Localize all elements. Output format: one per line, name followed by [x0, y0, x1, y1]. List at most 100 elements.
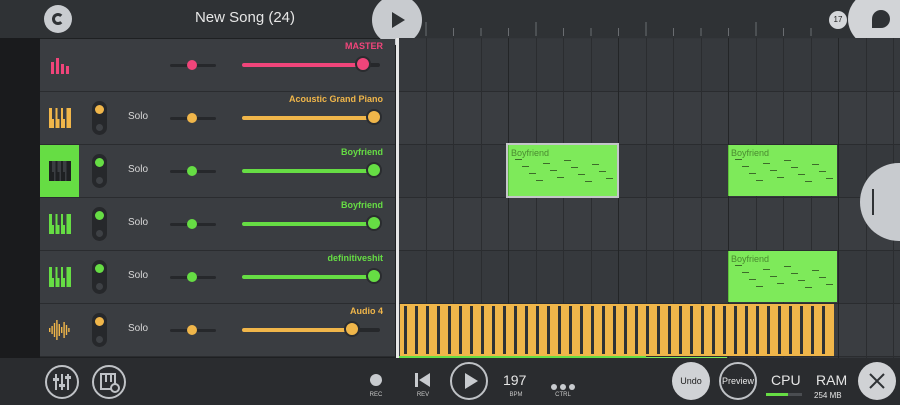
piano-keys-icon[interactable] — [40, 251, 79, 303]
track-row[interactable]: Solo Audio 4 — [40, 304, 395, 357]
note-mark — [770, 276, 777, 277]
mute-dot — [95, 264, 104, 273]
volume-knob[interactable] — [366, 268, 382, 284]
menu-logo-icon[interactable] — [44, 5, 72, 33]
pan-slider[interactable] — [170, 60, 216, 70]
mute-toggle[interactable] — [92, 207, 107, 241]
piano-gear-icon — [100, 373, 120, 393]
volume-knob[interactable] — [366, 109, 382, 125]
volume-knob[interactable] — [366, 162, 382, 178]
pan-knob[interactable] — [187, 60, 197, 70]
waveform-gap — [426, 306, 429, 354]
timeline-marker[interactable]: 17 — [829, 11, 847, 29]
playhead[interactable] — [396, 38, 399, 358]
note-mark — [812, 164, 819, 165]
audio-clip[interactable] — [400, 304, 834, 356]
track-row[interactable]: Solo Boyfriend — [40, 145, 395, 198]
volume-knob[interactable] — [366, 215, 382, 231]
note-mark — [529, 173, 536, 174]
playlist-lane[interactable] — [398, 92, 900, 145]
waveform-gap — [646, 306, 649, 354]
ctrl-label: CTRL — [555, 392, 571, 398]
undo-button[interactable]: Undo — [672, 362, 710, 400]
pan-slider[interactable] — [170, 166, 216, 176]
piano-keys-icon[interactable] — [40, 145, 79, 197]
piano-keys-icon[interactable] — [40, 198, 79, 250]
solo-button[interactable]: Solo — [128, 217, 148, 228]
mute-toggle[interactable] — [92, 154, 107, 188]
waveform-gap — [800, 306, 803, 354]
waveform-gap — [723, 306, 726, 354]
pan-slider[interactable] — [170, 219, 216, 229]
note-mark — [791, 273, 798, 274]
pattern-clip[interactable]: Boyfriend — [728, 251, 837, 302]
volume-slider[interactable] — [242, 162, 382, 178]
note-mark — [770, 170, 777, 171]
piano-keys-icon[interactable] — [40, 92, 79, 144]
pan-slider[interactable] — [170, 113, 216, 123]
waveform-gap — [668, 306, 671, 354]
pan-slider[interactable] — [170, 325, 216, 335]
note-mark — [735, 265, 742, 266]
pan-knob[interactable] — [187, 272, 197, 282]
track-row[interactable]: Solo Acoustic Grand Piano — [40, 92, 395, 145]
track-row[interactable]: MASTER — [40, 39, 395, 92]
volume-slider[interactable] — [242, 215, 382, 231]
instrument-settings-button[interactable] — [92, 365, 126, 399]
playlist-area[interactable]: BoyfriendBoyfriendBoyfrienddefinitiveshi… — [398, 38, 900, 358]
waveform-gap — [448, 306, 451, 354]
playlist-lane[interactable] — [398, 198, 900, 251]
pattern-clip[interactable]: Boyfriend — [728, 145, 837, 196]
cpu-meter — [766, 393, 802, 396]
solo-button[interactable]: Solo — [128, 323, 148, 334]
pan-knob[interactable] — [187, 325, 197, 335]
volume-slider[interactable] — [242, 109, 382, 125]
pattern-clip[interactable]: Boyfriend — [506, 143, 619, 198]
rewind-icon[interactable] — [414, 372, 432, 388]
play-icon — [465, 373, 478, 389]
waveform-gap — [690, 306, 693, 354]
volume-knob[interactable] — [355, 56, 371, 72]
mute-dot — [95, 317, 104, 326]
track-name: MASTER — [345, 41, 383, 51]
note-mark — [826, 284, 833, 285]
solo-button[interactable]: Solo — [128, 270, 148, 281]
solo-button[interactable]: Solo — [128, 164, 148, 175]
play-button[interactable] — [450, 362, 488, 400]
note-mark — [798, 174, 805, 175]
waveform-gap — [503, 306, 506, 354]
volume-slider[interactable] — [242, 321, 380, 337]
waveform-gap — [459, 306, 462, 354]
mute-toggle[interactable] — [92, 101, 107, 135]
bpm-value[interactable]: 197 — [503, 372, 526, 388]
volume-slider[interactable] — [242, 268, 382, 284]
song-title[interactable]: New Song (24) — [160, 9, 330, 26]
pan-knob[interactable] — [187, 113, 197, 123]
waveform-gap — [701, 306, 704, 354]
pan-knob[interactable] — [187, 219, 197, 229]
pan-slider[interactable] — [170, 272, 216, 282]
waveform-gap — [624, 306, 627, 354]
volume-slider[interactable] — [242, 56, 380, 72]
note-mark — [819, 171, 826, 172]
solo-button[interactable]: Solo — [128, 111, 148, 122]
mixer-button[interactable] — [45, 365, 79, 399]
record-icon[interactable] — [370, 374, 382, 386]
note-mark — [756, 180, 763, 181]
pan-knob[interactable] — [187, 166, 197, 176]
waveform-icon[interactable] — [40, 304, 79, 356]
master-bars-icon[interactable] — [40, 39, 79, 91]
track-row[interactable]: Solo definitiveshit — [40, 251, 395, 304]
left-strip — [0, 38, 40, 358]
volume-knob[interactable] — [344, 321, 360, 337]
note-mark — [763, 163, 770, 164]
track-row[interactable]: Solo Boyfriend — [40, 198, 395, 251]
timeline-ruler[interactable] — [424, 20, 834, 36]
ram-value: 254 MB — [814, 391, 842, 400]
waveform-gap — [525, 306, 528, 354]
preview-button[interactable]: Preview — [719, 362, 757, 400]
playlist-lane[interactable] — [398, 39, 900, 92]
mute-toggle[interactable] — [92, 313, 107, 347]
close-button[interactable] — [858, 362, 896, 400]
mute-toggle[interactable] — [92, 260, 107, 294]
